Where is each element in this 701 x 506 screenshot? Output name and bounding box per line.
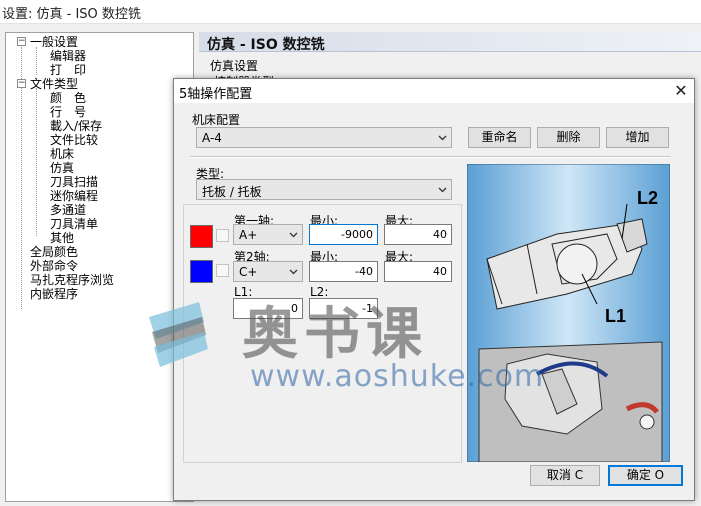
machine-config-value: A-4 [202, 131, 222, 145]
panel-title: 仿真 - ISO 数控铣 [207, 37, 325, 53]
collapse-icon[interactable]: − [17, 79, 26, 88]
l1-diagram-label: L1 [605, 306, 626, 326]
axis2-min-input[interactable]: -40 [309, 261, 378, 282]
axis1-min-input[interactable]: -9000 [309, 224, 378, 245]
axis2-value: C+ [239, 265, 258, 279]
tree-item-editor[interactable]: 编辑器 [50, 49, 86, 63]
tree-item-print[interactable]: 打 印 [50, 63, 86, 77]
tree-item-global-colors[interactable]: 全局颜色 [30, 245, 78, 259]
machine-diagram-image: L2 L1 [467, 164, 670, 462]
panel-header: 仿真 - ISO 数控铣 [199, 32, 701, 53]
type-value: 托板 / 托板 [202, 185, 262, 199]
close-icon[interactable]: ✕ [672, 82, 690, 100]
tree-item-mazak-browser[interactable]: 马扎克程序浏览 [30, 273, 114, 287]
l2-input[interactable]: -1 [309, 298, 378, 319]
chevron-down-icon [438, 187, 447, 193]
l2-diagram-label: L2 [637, 188, 658, 208]
collapse-icon[interactable]: − [17, 37, 26, 46]
window-title: 设置: 仿真 - ISO 数控铣 [2, 7, 141, 22]
chevron-down-icon [289, 269, 298, 275]
tree-item-load-save[interactable]: 載入/保存 [50, 119, 102, 133]
ok-button[interactable]: 确定 O [608, 465, 683, 486]
tree-item-simulation[interactable]: 仿真 [50, 161, 74, 175]
l1-input[interactable]: 0 [233, 298, 303, 319]
tree-item-file-types[interactable]: 文件类型 [30, 77, 78, 91]
axis2-color-swatch[interactable] [190, 260, 213, 283]
machine-config-label: 机床配置 [192, 113, 241, 127]
tree-connector [36, 47, 37, 75]
axis2-max-input[interactable]: 40 [384, 261, 452, 282]
tree-item-embedded-program[interactable]: 内嵌程序 [30, 287, 78, 301]
dialog-title: 5轴操作配置 [179, 87, 253, 102]
five-axis-dialog: 5轴操作配置 ✕ 机床配置 A-4 重命名 删除 增加 类型: 托板 / 托板 … [173, 78, 695, 501]
dialog-titlebar: 5轴操作配置 ✕ [174, 79, 694, 103]
machine-config-select[interactable]: A-4 [196, 127, 452, 148]
l1-label: L1: [234, 285, 253, 299]
tree-item-external-commands[interactable]: 外部命令 [30, 259, 78, 273]
tree-item-mini-programming[interactable]: 迷你编程 [50, 189, 98, 203]
tree-item-file-compare[interactable]: 文件比较 [50, 133, 98, 147]
axis1-color-swatch[interactable] [190, 225, 213, 248]
rename-button[interactable]: 重命名 [468, 127, 531, 148]
chevron-down-icon [438, 135, 447, 141]
tree-item-colors[interactable]: 颜 色 [50, 91, 86, 105]
axis2-checkbox[interactable] [216, 264, 229, 277]
settings-tree[interactable]: − − 一般设置 编辑器 打 印 文件类型 颜 色 行 号 載入/保存 文件比较… [5, 32, 194, 502]
delete-button[interactable]: 删除 [537, 127, 600, 148]
tree-item-other[interactable]: 其他 [50, 231, 74, 245]
tree-item-general[interactable]: 一般设置 [30, 35, 78, 49]
axis1-value: A+ [239, 228, 258, 242]
axis1-max-input[interactable]: 40 [384, 224, 452, 245]
tree-item-tool-scan[interactable]: 刀具扫描 [50, 175, 98, 189]
axis2-select[interactable]: C+ [233, 261, 303, 282]
axis1-checkbox[interactable] [216, 229, 229, 242]
l2-label: L2: [310, 285, 329, 299]
tree-item-machine[interactable]: 机床 [50, 147, 74, 161]
tree-connector [36, 88, 37, 236]
tree-item-line-numbers[interactable]: 行 号 [50, 105, 86, 119]
tree-item-multi-channel[interactable]: 多通道 [50, 203, 86, 217]
chevron-down-icon [289, 232, 298, 238]
axis1-select[interactable]: A+ [233, 224, 303, 245]
separator [190, 156, 671, 158]
tree-item-tool-list[interactable]: 刀具清单 [50, 217, 98, 231]
type-select[interactable]: 托板 / 托板 [196, 179, 452, 200]
cancel-button[interactable]: 取消 C [530, 465, 600, 486]
section-title: 仿真设置 [210, 59, 259, 73]
window-titlebar: 设置: 仿真 - ISO 数控铣 [0, 0, 701, 24]
add-button[interactable]: 增加 [606, 127, 669, 148]
